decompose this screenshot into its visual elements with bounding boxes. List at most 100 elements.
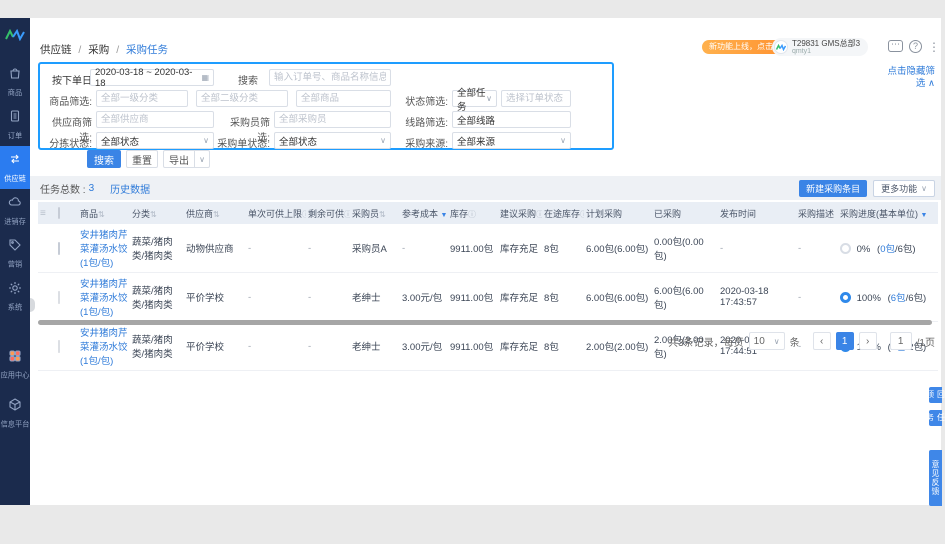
sorting-status-label: 分拣状态: bbox=[49, 139, 92, 150]
current-page-button[interactable]: 1 bbox=[835, 332, 854, 350]
cost-cell: - bbox=[400, 224, 448, 273]
help-icon[interactable]: ? bbox=[909, 40, 922, 53]
suggest-cell: 库存充足 bbox=[498, 224, 542, 273]
suggest-cell: 库存充足 bbox=[498, 272, 542, 322]
info-icon[interactable]: ⓘ bbox=[468, 210, 476, 219]
product-link[interactable]: 安井猪肉芹菜灌汤水饺(1包/包) bbox=[80, 230, 128, 269]
sidebar-item-goods[interactable]: 商品 bbox=[0, 60, 30, 103]
sidebar-item-system[interactable]: 系统 bbox=[0, 275, 30, 318]
source-select[interactable]: 全部来源 ∨ bbox=[452, 132, 571, 149]
category-cell: 蔬菜/猪肉类/猪肉类 bbox=[130, 272, 184, 322]
hide-filter-toggle[interactable]: 点击隐藏筛选 ∧ bbox=[885, 66, 935, 90]
history-data-link[interactable]: 历史数据 bbox=[110, 181, 150, 196]
more-actions-button[interactable]: 更多功能 ∨ bbox=[873, 179, 935, 197]
sort-icon[interactable]: ⇅ bbox=[98, 210, 105, 219]
page-jump-input[interactable] bbox=[889, 332, 912, 350]
cloud-icon bbox=[8, 195, 22, 214]
sidebar-item-supply-chain[interactable]: 供应链 bbox=[0, 146, 30, 189]
more-menu-icon[interactable]: ⋮ bbox=[928, 40, 940, 54]
purchaser-input[interactable] bbox=[274, 111, 391, 128]
info-icon[interactable]: ⓘ bbox=[580, 210, 584, 219]
search-button[interactable]: 搜索 bbox=[87, 150, 121, 168]
goods-input[interactable] bbox=[296, 90, 391, 107]
chevron-down-icon: ∨ bbox=[560, 136, 566, 145]
progress-done-link[interactable]: 0包 bbox=[880, 244, 895, 255]
breadcrumb-root[interactable]: 供应链 bbox=[40, 44, 72, 56]
col-category[interactable]: 分类⇅ bbox=[130, 202, 184, 224]
sort-icon[interactable]: ⇅ bbox=[150, 210, 157, 219]
sort-icon[interactable]: ⇅ bbox=[213, 210, 220, 219]
col-supplier[interactable]: 供应商⇅ bbox=[184, 202, 246, 224]
col-desc: 采购描述 bbox=[796, 202, 838, 224]
task-panel-tab[interactable]: 任务 bbox=[926, 410, 945, 426]
route-input[interactable] bbox=[452, 111, 571, 128]
row-checkbox[interactable] bbox=[58, 241, 60, 255]
page-count-label: /1页 bbox=[916, 337, 935, 349]
info-icon[interactable]: ⓘ bbox=[344, 210, 350, 219]
chevron-down-icon: ∨ bbox=[380, 136, 386, 145]
prev-page-button[interactable]: ‹ bbox=[812, 332, 831, 350]
message-icon[interactable]: ⋯ bbox=[888, 40, 903, 52]
progress-rest: /6包) bbox=[894, 244, 916, 255]
caret-down-icon: ∨ bbox=[199, 154, 205, 164]
category1-input[interactable] bbox=[96, 90, 188, 107]
info-icon[interactable]: ⓘ bbox=[536, 210, 542, 219]
export-button[interactable]: 导出 bbox=[163, 150, 195, 168]
sorting-status-select[interactable]: 全部状态 ∨ bbox=[96, 132, 214, 149]
pagination-unit-label: 条 bbox=[789, 337, 800, 349]
supplier-input[interactable] bbox=[96, 111, 214, 128]
user-account[interactable]: T29831 GMS总部3 qmty1 bbox=[772, 38, 869, 56]
sidebar-item-app-center[interactable]: 应用中心 bbox=[0, 343, 30, 386]
suggest-cell: 库存充足 bbox=[498, 321, 542, 371]
sidebar-item-label: 信息平台 bbox=[0, 420, 30, 429]
product-link[interactable]: 安井猪肉芹菜灌汤水饺(1包/包) bbox=[80, 328, 128, 367]
col-purchased: 已采购 bbox=[652, 202, 718, 224]
feedback-tab[interactable]: 意见反馈 bbox=[929, 450, 942, 506]
product-link[interactable]: 安井猪肉芹菜灌汤水饺(1包/包) bbox=[80, 279, 128, 318]
purchased-cell: 6.00包(6.00包) bbox=[652, 272, 718, 322]
transit-cell: 8包 bbox=[542, 321, 584, 371]
reset-button[interactable]: 重置 bbox=[126, 150, 158, 168]
category2-input[interactable] bbox=[196, 90, 288, 107]
breadcrumb-mid[interactable]: 采购 bbox=[88, 44, 109, 56]
export-caret-button[interactable]: ∨ bbox=[194, 150, 210, 168]
sidebar-item-label: 营销 bbox=[7, 260, 23, 269]
sort-icon[interactable]: ⇅ bbox=[379, 210, 386, 219]
desc-cell: - bbox=[796, 272, 838, 322]
col-product[interactable]: 商品⇅ bbox=[78, 202, 130, 224]
create-purchase-entry-button[interactable]: 新建采购条目 bbox=[799, 179, 868, 197]
cost-cell: 3.00元/包 bbox=[400, 272, 448, 322]
page-size-select[interactable]: 10 ∨ bbox=[748, 332, 785, 350]
info-icon[interactable]: ⓘ bbox=[302, 210, 306, 219]
order-status-input[interactable] bbox=[501, 90, 571, 107]
sidebar-item-inventory[interactable]: 进销存 bbox=[0, 189, 30, 232]
progress-done-link[interactable]: 6包 bbox=[891, 293, 906, 304]
stock-cell: 9911.00包 bbox=[448, 321, 498, 371]
select-all-checkbox[interactable] bbox=[58, 207, 60, 219]
sidebar-item-label: 系统 bbox=[7, 303, 23, 312]
col-ref-cost[interactable]: 参考成本 ▼ bbox=[400, 202, 448, 224]
date-range-input[interactable]: 2020-03-18 ~ 2020-03-18 ▦ bbox=[90, 67, 214, 89]
sidebar-item-orders[interactable]: 订单 bbox=[0, 103, 30, 146]
sidebar-item-info-platform[interactable]: 信息平台 bbox=[0, 392, 30, 435]
desc-cell: - bbox=[796, 224, 838, 273]
purchaser-cell: 老绅士 bbox=[350, 321, 400, 371]
col-purchaser[interactable]: 采购员⇅ bbox=[350, 202, 400, 224]
filter-icon[interactable]: ▼ bbox=[441, 212, 448, 219]
calendar-icon: ▦ bbox=[201, 73, 209, 82]
task-status-select[interactable]: 全部任务 ∨ bbox=[452, 88, 497, 113]
po-status-label: 采购单状态: bbox=[217, 139, 270, 150]
progress-ring-icon bbox=[840, 292, 851, 303]
search-input[interactable] bbox=[269, 69, 391, 86]
sidebar-item-marketing[interactable]: 营销 bbox=[0, 232, 30, 275]
next-page-button[interactable]: › bbox=[858, 332, 877, 350]
tag-icon bbox=[8, 238, 22, 257]
col-progress[interactable]: 采购进度(基本单位) ▼ bbox=[838, 202, 938, 224]
filter-icon[interactable]: ▼ bbox=[921, 212, 928, 219]
drag-icon: ≡ bbox=[40, 207, 46, 219]
back-to-top-tab[interactable]: 回顶 bbox=[926, 387, 945, 403]
table-row: 安井猪肉芹菜灌汤水饺(1包/包) 蔬菜/猪肉类/猪肉类 平价学校 - - 老绅士… bbox=[38, 272, 938, 322]
po-status-select[interactable]: 全部状态 ∨ bbox=[274, 132, 391, 149]
toolbar-band: 任务总数 : 3 历史数据 新建采购条目 更多功能 ∨ bbox=[30, 176, 941, 200]
horizontal-scrollbar[interactable] bbox=[38, 320, 932, 325]
